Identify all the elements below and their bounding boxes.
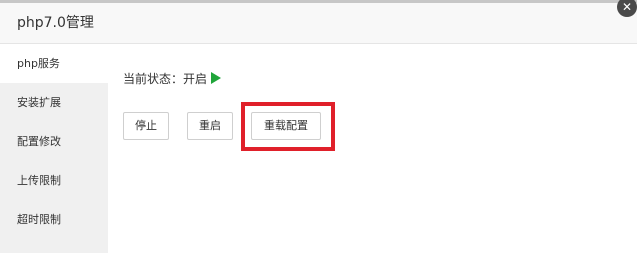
dialog-title: php7.0管理: [17, 15, 94, 31]
close-icon[interactable]: ✕: [617, 0, 637, 17]
stop-button[interactable]: 停止: [123, 112, 169, 140]
restart-button[interactable]: 重启: [187, 112, 233, 140]
sidebar-item-php-service[interactable]: php服务: [0, 44, 108, 83]
sidebar: php服务 安装扩展 配置修改 上传限制 超时限制: [0, 44, 108, 253]
sidebar-item-label: 配置修改: [17, 135, 61, 148]
sidebar-item-label: 超时限制: [17, 213, 61, 226]
php-manager-dialog: php7.0管理 ✕ php服务 安装扩展 配置修改 上传限制 超时限制 当前状…: [0, 0, 637, 253]
service-status: 当前状态：开启: [123, 70, 222, 88]
status-label: 当前状态：开启: [123, 72, 208, 86]
sidebar-item-label: 上传限制: [17, 174, 61, 187]
play-icon: [211, 72, 222, 84]
sidebar-item-upload-limit[interactable]: 上传限制: [0, 161, 108, 200]
dialog-titlebar: php7.0管理 ✕: [0, 0, 637, 44]
sidebar-item-install-extension[interactable]: 安装扩展: [0, 83, 108, 122]
reload-config-button[interactable]: 重载配置: [251, 112, 321, 140]
sidebar-item-label: 安装扩展: [17, 96, 61, 109]
sidebar-item-label: php服务: [17, 57, 60, 70]
main-panel: 当前状态：开启 停止 重启 重载配置: [108, 44, 637, 253]
sidebar-item-timeout-limit[interactable]: 超时限制: [0, 200, 108, 239]
sidebar-item-config-edit[interactable]: 配置修改: [0, 122, 108, 161]
